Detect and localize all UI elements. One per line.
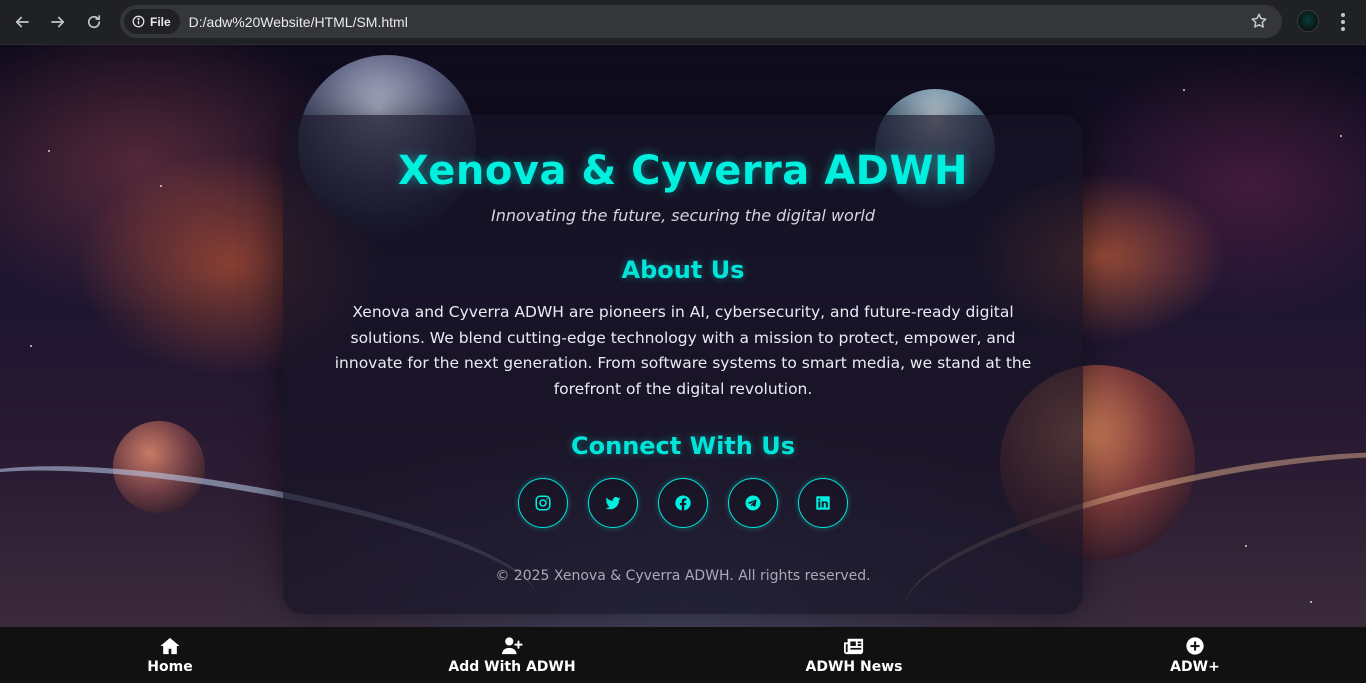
info-icon [132, 15, 145, 28]
instagram-link[interactable] [518, 478, 568, 528]
forward-button[interactable] [40, 4, 76, 40]
telegram-link[interactable] [728, 478, 778, 528]
nav-item-adwh-news[interactable]: ADWH News [784, 627, 924, 683]
more-vert-icon[interactable] [1336, 11, 1350, 33]
background-star [30, 345, 32, 347]
background-star [1310, 601, 1312, 603]
nav-item-label: ADWH News [805, 658, 903, 675]
forward-arrow-icon [51, 16, 65, 28]
user-plus-icon [502, 636, 523, 654]
browser-toolbar: File D:/adw%20Website/HTML/SM.html [0, 0, 1366, 45]
linkedin-icon [816, 496, 830, 510]
page-title: Xenova & Cyverra ADWH [398, 148, 968, 194]
twitter-icon [605, 497, 621, 510]
tagline: Innovating the future, securing the digi… [490, 206, 876, 225]
facebook-link[interactable] [658, 478, 708, 528]
background-star [1183, 89, 1185, 91]
nav-item-home[interactable]: Home [120, 627, 220, 683]
nav-item-add-with-adwh[interactable]: Add With ADWH [432, 627, 592, 683]
instagram-icon [535, 495, 551, 511]
nav-item-adw-plus[interactable]: ADW+ [1155, 627, 1235, 683]
linkedin-link[interactable] [798, 478, 848, 528]
reload-button[interactable] [76, 4, 112, 40]
site-chip-label: File [150, 14, 171, 29]
nav-item-label: Add With ADWH [448, 658, 576, 675]
star-icon[interactable] [1250, 12, 1268, 30]
about-text: Xenova and Cyverra ADWH are pioneers in … [334, 303, 1032, 398]
background-star [160, 185, 162, 187]
site-info-chip[interactable]: File [124, 9, 180, 34]
copyright-text: © 2025 Xenova & Cyverra ADWH. All rights… [495, 568, 871, 584]
reload-icon [87, 15, 101, 29]
connect-heading: Connect With Us [571, 432, 795, 460]
telegram-icon [745, 495, 761, 511]
back-button[interactable] [4, 4, 40, 40]
profile-avatar[interactable] [1297, 10, 1319, 32]
nav-item-label: ADW+ [1170, 658, 1220, 675]
social-links [518, 478, 848, 528]
background-star [1245, 545, 1247, 547]
content-card: Xenova & Cyverra ADWH Innovating the fut… [283, 115, 1083, 614]
url-text[interactable]: D:/adw%20Website/HTML/SM.html [189, 14, 408, 30]
about-heading: About Us [621, 256, 745, 284]
home-icon [160, 637, 180, 654]
bottom-nav: Home Add With ADWH ADWH News ADW+ [0, 627, 1366, 683]
twitter-link[interactable] [588, 478, 638, 528]
background-star [48, 150, 50, 152]
background-star [1340, 135, 1342, 137]
address-bar[interactable]: File D:/adw%20Website/HTML/SM.html [120, 5, 1282, 38]
back-arrow-icon [15, 16, 29, 28]
newspaper-icon [844, 638, 864, 654]
facebook-icon [675, 495, 691, 511]
plus-circle-icon [1186, 636, 1204, 655]
nav-item-label: Home [147, 658, 193, 675]
